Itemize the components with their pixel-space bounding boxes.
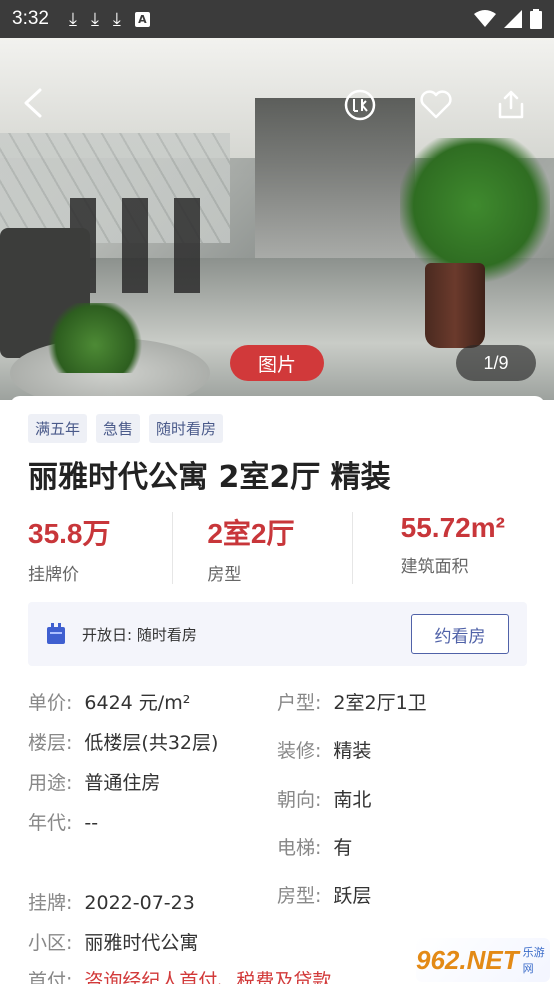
compare-icon[interactable] bbox=[343, 88, 377, 122]
photo-category-tab[interactable]: 图片 bbox=[230, 345, 324, 381]
detail-value: 2022-07-23 bbox=[84, 892, 195, 914]
detail-unit-price: 单价: 6424 元/m² bbox=[28, 688, 190, 715]
status-time: 3:32 bbox=[12, 8, 49, 29]
key-stats: 35.8万 挂牌价 2室2厅 房型 55.72m² 建筑面积 bbox=[10, 512, 545, 585]
listing-photo[interactable]: 图片 1/9 bbox=[0, 38, 554, 400]
watermark-brand: 962.NET bbox=[416, 944, 519, 975]
photo-kitchen bbox=[255, 98, 415, 268]
listing-title: 丽雅时代公寓 2室2厅 精装 bbox=[28, 460, 391, 495]
photo-counter: 1/9 bbox=[456, 345, 536, 381]
status-bar: 3:32 ⤓ ⤓ ⤓ A bbox=[0, 0, 554, 38]
detail-value: 南北 bbox=[333, 789, 372, 811]
detail-layout: 户型: 2室2厅1卫 bbox=[277, 688, 427, 715]
feature-tag: 急售 bbox=[96, 414, 141, 443]
back-arrow-icon[interactable] bbox=[18, 86, 48, 120]
detail-key: 首付: bbox=[28, 970, 73, 984]
feature-tag: 满五年 bbox=[28, 414, 88, 443]
detail-value: 咨询经纪人首付、税费及贷款 bbox=[84, 970, 332, 984]
wifi-icon bbox=[474, 10, 496, 27]
detail-key: 电梯: bbox=[277, 837, 322, 859]
photo-pot bbox=[425, 263, 485, 348]
site-watermark-logo: 962.NET 乐游网 bbox=[416, 938, 550, 982]
stat-layout: 2室2厅 房型 bbox=[172, 512, 351, 585]
detail-usage: 用途: 普通住房 bbox=[28, 768, 160, 795]
detail-value: 低楼层(共32层) bbox=[84, 732, 219, 754]
detail-down-payment[interactable]: 首付: 咨询经纪人首付、税费及贷款 bbox=[28, 966, 331, 984]
detail-orientation: 朝向: 南北 bbox=[277, 785, 371, 812]
stat-value: 55.72m² bbox=[400, 512, 505, 543]
detail-value: 丽雅时代公寓 bbox=[84, 932, 199, 954]
detail-floor: 楼层: 低楼层(共32层) bbox=[28, 728, 218, 755]
detail-elevator: 电梯: 有 bbox=[277, 833, 352, 860]
detail-value: 6424 元/m² bbox=[84, 692, 191, 714]
download-icon: ⤓ bbox=[68, 8, 77, 30]
stat-value: 35.8万 bbox=[28, 518, 111, 549]
detail-key: 楼层: bbox=[28, 732, 73, 754]
stat-price: 35.8万 挂牌价 bbox=[10, 512, 172, 585]
detail-value: 精装 bbox=[333, 740, 372, 762]
detail-key: 小区: bbox=[28, 932, 73, 954]
detail-decoration: 装修: 精装 bbox=[277, 736, 371, 763]
signal-icon bbox=[504, 10, 522, 28]
detail-house-type: 房型: 跃层 bbox=[277, 881, 371, 908]
detail-value: -- bbox=[84, 812, 99, 834]
calendar-icon bbox=[47, 623, 65, 644]
feature-tags: 满五年 急售 随时看房 bbox=[28, 414, 224, 443]
favorite-heart-icon[interactable] bbox=[419, 88, 453, 122]
detail-value: 跃层 bbox=[333, 885, 372, 907]
detail-key: 装修: bbox=[277, 740, 322, 762]
battery-icon bbox=[530, 9, 542, 29]
notification-a-icon: A bbox=[134, 11, 150, 27]
feature-tag: 随时看房 bbox=[149, 414, 224, 443]
detail-key: 用途: bbox=[28, 772, 73, 794]
photo-bonsai bbox=[45, 303, 145, 373]
watermark-sub: 乐游网 bbox=[522, 946, 545, 975]
detail-key: 房型: bbox=[277, 885, 322, 907]
detail-key: 挂牌: bbox=[28, 892, 73, 914]
open-day-text: 开放日: 随时看房 bbox=[82, 625, 197, 644]
detail-key: 朝向: bbox=[277, 789, 322, 811]
stat-area: 55.72m² 建筑面积 bbox=[351, 512, 545, 584]
stat-value: 2室2厅 bbox=[207, 518, 295, 549]
detail-value: 有 bbox=[333, 837, 353, 859]
stat-label: 挂牌价 bbox=[28, 565, 79, 585]
listing-info-card: 满五年 急售 随时看房 丽雅时代公寓 2室2厅 精装 35.8万 挂牌价 2室2… bbox=[10, 396, 545, 984]
detail-key: 单价: bbox=[28, 692, 73, 714]
share-icon[interactable] bbox=[494, 88, 528, 122]
detail-community[interactable]: 小区: 丽雅时代公寓 bbox=[28, 928, 198, 955]
stat-label: 房型 bbox=[207, 565, 242, 585]
detail-value: 普通住房 bbox=[84, 772, 161, 794]
download-icon: ⤓ bbox=[112, 8, 121, 30]
book-viewing-button[interactable]: 约看房 bbox=[411, 614, 509, 654]
detail-key: 年代: bbox=[28, 812, 73, 834]
download-icon: ⤓ bbox=[90, 8, 99, 30]
detail-value: 2室2厅1卫 bbox=[333, 692, 427, 714]
stat-label: 建筑面积 bbox=[400, 557, 469, 577]
detail-listed: 挂牌: 2022-07-23 bbox=[28, 888, 195, 915]
detail-key: 户型: bbox=[277, 692, 322, 714]
detail-year: 年代: -- bbox=[28, 808, 98, 835]
open-day-banner: 开放日: 随时看房 约看房 bbox=[28, 602, 527, 666]
